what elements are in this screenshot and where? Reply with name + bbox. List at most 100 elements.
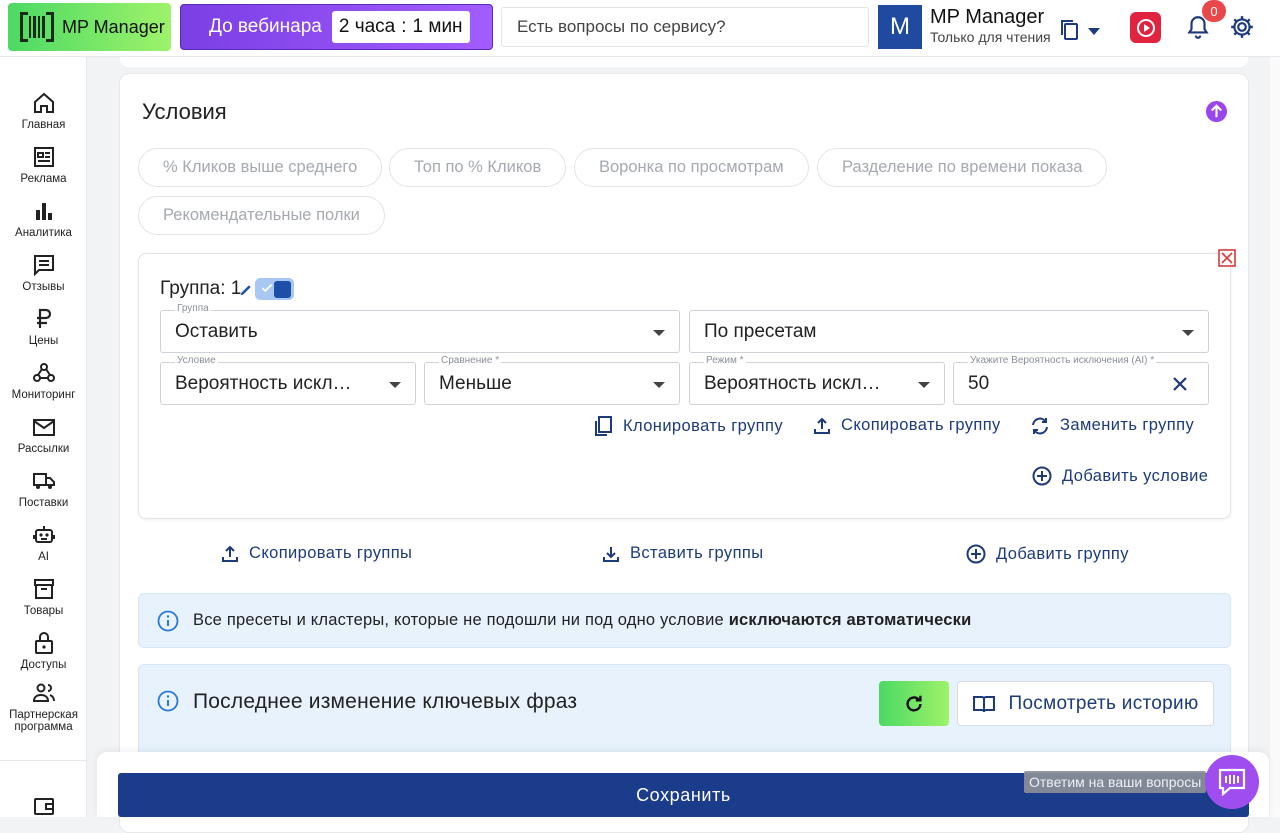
- chat-tooltip: Ответим на ваши вопросы: [1024, 771, 1207, 793]
- sidebar-item-access[interactable]: Доступы: [0, 631, 87, 671]
- preset-chip[interactable]: Топ по % Кликов: [389, 148, 567, 187]
- sidebar-item-label: Мониторинг: [11, 389, 76, 401]
- add-condition-button[interactable]: Добавить условие: [1032, 466, 1208, 486]
- clear-icon[interactable]: [1172, 376, 1188, 397]
- sidebar-item-ai[interactable]: AI: [0, 523, 87, 563]
- chevron-down-icon: [1182, 330, 1194, 336]
- box-icon: [33, 579, 54, 599]
- refresh-icon: [906, 695, 922, 711]
- previous-card-edge: [120, 57, 1248, 67]
- chat-icon: [1218, 768, 1246, 797]
- preset-chip[interactable]: Воронка по просмотрам: [574, 148, 809, 187]
- sidebar-item-mailings[interactable]: Рассылки: [0, 415, 87, 455]
- reviews-icon: [33, 255, 54, 277]
- sidebar-item-label: Главная: [21, 119, 66, 131]
- sidebar-item-home[interactable]: Главная: [0, 91, 87, 131]
- add-group-button[interactable]: Добавить группу: [966, 544, 1129, 564]
- copy-icon[interactable]: [1060, 19, 1080, 46]
- ads-icon: [33, 147, 54, 167]
- sidebar-item-monitoring[interactable]: Мониторинг: [0, 361, 87, 401]
- sidebar-item-reviews[interactable]: Отзывы: [0, 253, 87, 293]
- sidebar-item-wallet[interactable]: [0, 794, 87, 818]
- compare-select[interactable]: Сравнение * Меньше: [424, 355, 680, 405]
- preset-chip[interactable]: % Кликов выше среднего: [138, 148, 383, 187]
- logo-text: MP Manager: [62, 16, 165, 37]
- home-icon: [33, 92, 54, 113]
- sidebar-item-partners[interactable]: Партнерская программа: [0, 681, 87, 733]
- condition-select-value: Вероятность исключения (AI): [175, 372, 359, 394]
- toggle-knob: [274, 280, 291, 298]
- group-title: Группа: 1: [160, 278, 242, 299]
- preset-chip[interactable]: Рекомендательные полки: [138, 196, 385, 235]
- clone-group-button[interactable]: Клонировать группу: [595, 416, 783, 436]
- sidebar-item-supplies[interactable]: Поставки: [0, 469, 87, 509]
- sidebar-item-analytics[interactable]: Аналитика: [0, 199, 87, 239]
- copy-groups-button[interactable]: Скопировать группы: [221, 544, 412, 563]
- book-icon: [973, 695, 996, 712]
- timer-minutes: 1 мин: [412, 16, 463, 37]
- gear-icon[interactable]: [1229, 14, 1255, 45]
- chevron-down-icon: [918, 382, 930, 388]
- sidebar-item-label: Цены: [28, 335, 59, 347]
- mode-select[interactable]: По пресетам: [689, 310, 1209, 353]
- condition-group: Группа: 1 Группа Оставить По пресетам Ус…: [138, 249, 1236, 519]
- conditions-card: Условия % Кликов выше среднего Топ по % …: [119, 73, 1249, 833]
- chevron-down-icon[interactable]: [1088, 23, 1100, 41]
- pencil-icon[interactable]: [239, 283, 253, 302]
- logo[interactable]: MP Manager: [8, 3, 171, 51]
- top-bar: MP Manager До вебинара 2 часа : 1 мин Ес…: [0, 0, 1280, 57]
- truck-icon: [32, 473, 55, 489]
- close-icon[interactable]: [1218, 249, 1236, 272]
- analytics-icon: [35, 203, 52, 220]
- user-name[interactable]: MP Manager: [930, 6, 1044, 29]
- robot-icon: [32, 526, 55, 543]
- add-condition-label: Добавить условие: [1062, 466, 1209, 485]
- webinar-timer: 2 часа : 1 мин: [331, 11, 470, 43]
- group-select[interactable]: Группа Оставить: [160, 303, 680, 353]
- video-button[interactable]: [1130, 12, 1161, 43]
- chevron-down-icon: [653, 330, 665, 336]
- sidebar: Главная Реклама Аналитика Отзывы Цены Мо…: [0, 57, 87, 817]
- mode-select-value: По пресетам: [704, 320, 817, 342]
- copy-group-button[interactable]: Скопировать группу: [813, 416, 1001, 435]
- arrow-up-icon[interactable]: [1205, 100, 1228, 128]
- view-history-button[interactable]: Посмотреть историю: [957, 681, 1214, 726]
- condition-select[interactable]: Условие Вероятность исключения (AI): [160, 355, 416, 405]
- download-icon: [603, 546, 619, 562]
- avatar[interactable]: M: [878, 5, 922, 49]
- swap-icon: [1032, 417, 1048, 434]
- probability-input-value: 50: [968, 372, 990, 394]
- probability-input[interactable]: Укажите Вероятность исключения (AI) * 50: [953, 355, 1209, 405]
- add-group-label: Добавить группу: [996, 544, 1129, 563]
- search-input[interactable]: Есть вопросы по сервису?: [501, 7, 869, 47]
- sidebar-item-label: Отзывы: [22, 281, 65, 293]
- replace-group-label: Заменить группу: [1060, 416, 1195, 434]
- sidebar-item-label: AI: [38, 551, 49, 563]
- ruble-icon: [36, 308, 51, 328]
- regime-select[interactable]: Режим * Вероятность исключения (AI): [689, 355, 945, 405]
- plus-circle-icon: [1032, 466, 1052, 486]
- lock-icon: [34, 632, 53, 654]
- compare-select-value: Меньше: [439, 372, 512, 394]
- sidebar-item-label: Рассылки: [17, 443, 70, 455]
- sidebar-divider: [0, 760, 87, 761]
- group-toggle[interactable]: [255, 278, 294, 300]
- paste-groups-button[interactable]: Вставить группы: [602, 544, 764, 563]
- timer-hours: 2 часа: [338, 16, 396, 37]
- search-placeholder: Есть вопросы по сервису?: [517, 17, 726, 36]
- scrollbar[interactable]: [1270, 57, 1280, 817]
- sidebar-item-label: Поставки: [18, 497, 69, 509]
- refresh-button[interactable]: [879, 681, 949, 726]
- paste-groups-label: Вставить группы: [630, 544, 764, 562]
- webinar-countdown[interactable]: До вебинара 2 часа : 1 мин: [180, 4, 493, 50]
- info-banner: Все пресеты и кластеры, которые не подош…: [138, 593, 1231, 648]
- chevron-down-icon: [389, 382, 401, 388]
- sidebar-item-goods[interactable]: Товары: [0, 577, 87, 617]
- sidebar-item-ads[interactable]: Реклама: [0, 145, 87, 185]
- replace-group-button[interactable]: Заменить группу: [1030, 416, 1194, 435]
- chat-button[interactable]: [1205, 755, 1259, 809]
- field-label: Сравнение *: [439, 355, 502, 366]
- preset-chip[interactable]: Разделение по времени показа: [817, 148, 1108, 187]
- sidebar-item-prices[interactable]: Цены: [0, 307, 87, 347]
- field-label: Укажите Вероятность исключения (AI) *: [968, 355, 1157, 366]
